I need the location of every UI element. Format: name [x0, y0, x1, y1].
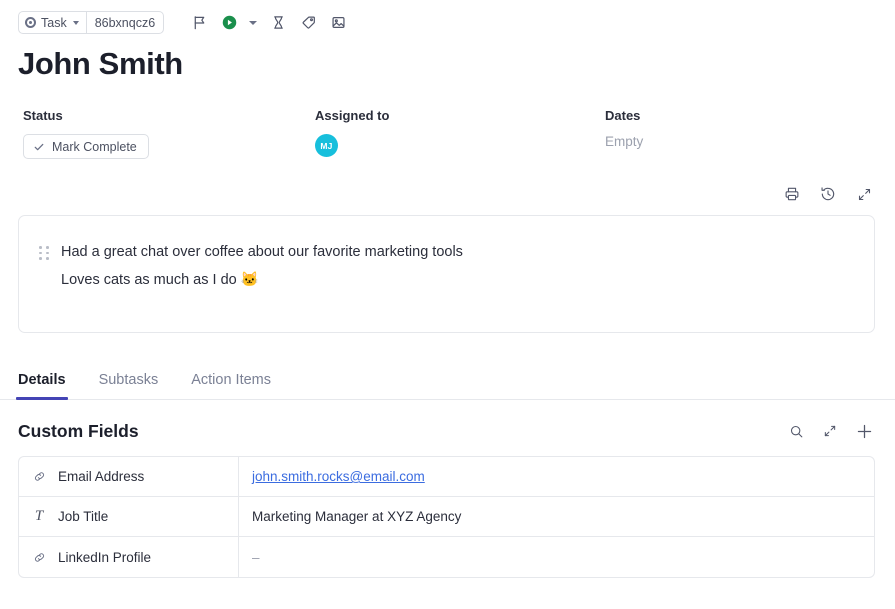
table-row: T Job Title Marketing Manager at XYZ Age… — [19, 497, 874, 537]
dates-label: Dates — [605, 108, 641, 123]
field-name-label: Job Title — [58, 509, 109, 524]
assigned-column: Assigned to MJ — [315, 108, 605, 159]
detail-tabs: Details Subtasks Action Items — [0, 362, 895, 400]
table-row: LinkedIn Profile – — [19, 537, 874, 577]
dates-column: Dates Empty — [605, 108, 865, 159]
tab-details[interactable]: Details — [16, 372, 68, 400]
task-type-button[interactable]: Task — [19, 12, 86, 33]
field-name-cell[interactable]: Email Address — [19, 457, 239, 496]
text-field-icon: T — [34, 508, 44, 524]
custom-fields-title: Custom Fields — [18, 420, 139, 441]
dates-value[interactable]: Empty — [605, 134, 865, 149]
mark-complete-button[interactable]: Mark Complete — [23, 134, 149, 159]
print-icon[interactable] — [781, 183, 803, 205]
field-value-cell[interactable]: – — [239, 537, 874, 577]
field-name-cell[interactable]: LinkedIn Profile — [19, 537, 239, 577]
link-field-icon — [32, 550, 46, 564]
task-identity-pill-group: Task 86bxnqcz6 — [18, 11, 165, 34]
table-row: Email Address john.smith.rocks@email.com — [19, 457, 874, 497]
description-card[interactable]: Had a great chat over coffee about our f… — [18, 215, 875, 333]
flag-icon[interactable] — [184, 10, 214, 36]
field-name-label: Email Address — [58, 469, 145, 484]
tab-action-items[interactable]: Action Items — [191, 372, 271, 399]
task-meta-row: Status Mark Complete Assigned to MJ Date… — [0, 108, 895, 159]
description-action-row — [0, 182, 895, 206]
chevron-down-icon[interactable] — [249, 20, 258, 25]
play-circle-icon[interactable] — [214, 10, 244, 36]
task-id-button[interactable]: 86bxnqcz6 — [87, 12, 163, 33]
status-label: Status — [23, 108, 63, 123]
custom-fields-header: Custom Fields — [18, 420, 875, 442]
expand-icon[interactable] — [819, 420, 841, 442]
field-name-cell[interactable]: T Job Title — [19, 497, 239, 536]
link-field-icon — [32, 470, 46, 484]
toolbar-icon-group — [184, 10, 353, 36]
field-value-cell[interactable]: Marketing Manager at XYZ Agency — [239, 497, 874, 536]
check-icon — [34, 143, 44, 150]
tab-subtasks[interactable]: Subtasks — [99, 372, 159, 399]
tag-icon[interactable] — [293, 10, 323, 36]
search-icon[interactable] — [785, 420, 807, 442]
status-column: Status Mark Complete — [23, 108, 315, 159]
hourglass-icon[interactable] — [263, 10, 293, 36]
drag-handle-icon[interactable] — [39, 246, 51, 260]
email-link[interactable]: john.smith.rocks@email.com — [252, 469, 425, 484]
mark-complete-label: Mark Complete — [52, 139, 137, 154]
image-icon[interactable] — [323, 10, 353, 36]
description-line-1-row: Had a great chat over coffee about our f… — [37, 238, 856, 266]
field-value-cell[interactable]: john.smith.rocks@email.com — [239, 457, 874, 496]
assigned-label: Assigned to — [315, 108, 390, 123]
field-name-label: LinkedIn Profile — [58, 549, 152, 565]
description-line-1: Had a great chat over coffee about our f… — [61, 244, 463, 260]
custom-fields-table: Email Address john.smith.rocks@email.com… — [18, 456, 875, 578]
page-title[interactable]: John Smith — [18, 46, 895, 82]
custom-fields-actions — [785, 420, 875, 442]
expand-icon[interactable] — [853, 183, 875, 205]
task-status-dot-icon — [25, 17, 36, 28]
avatar[interactable]: MJ — [315, 134, 338, 157]
history-icon[interactable] — [817, 183, 839, 205]
chevron-down-icon — [72, 20, 79, 25]
task-type-label: Task — [41, 15, 67, 30]
description-line-2: Loves cats as much as I do 🐱 — [61, 272, 259, 288]
top-toolbar: Task 86bxnqcz6 — [0, 0, 895, 34]
start-timer-button[interactable] — [214, 10, 263, 36]
add-icon[interactable] — [853, 420, 875, 442]
